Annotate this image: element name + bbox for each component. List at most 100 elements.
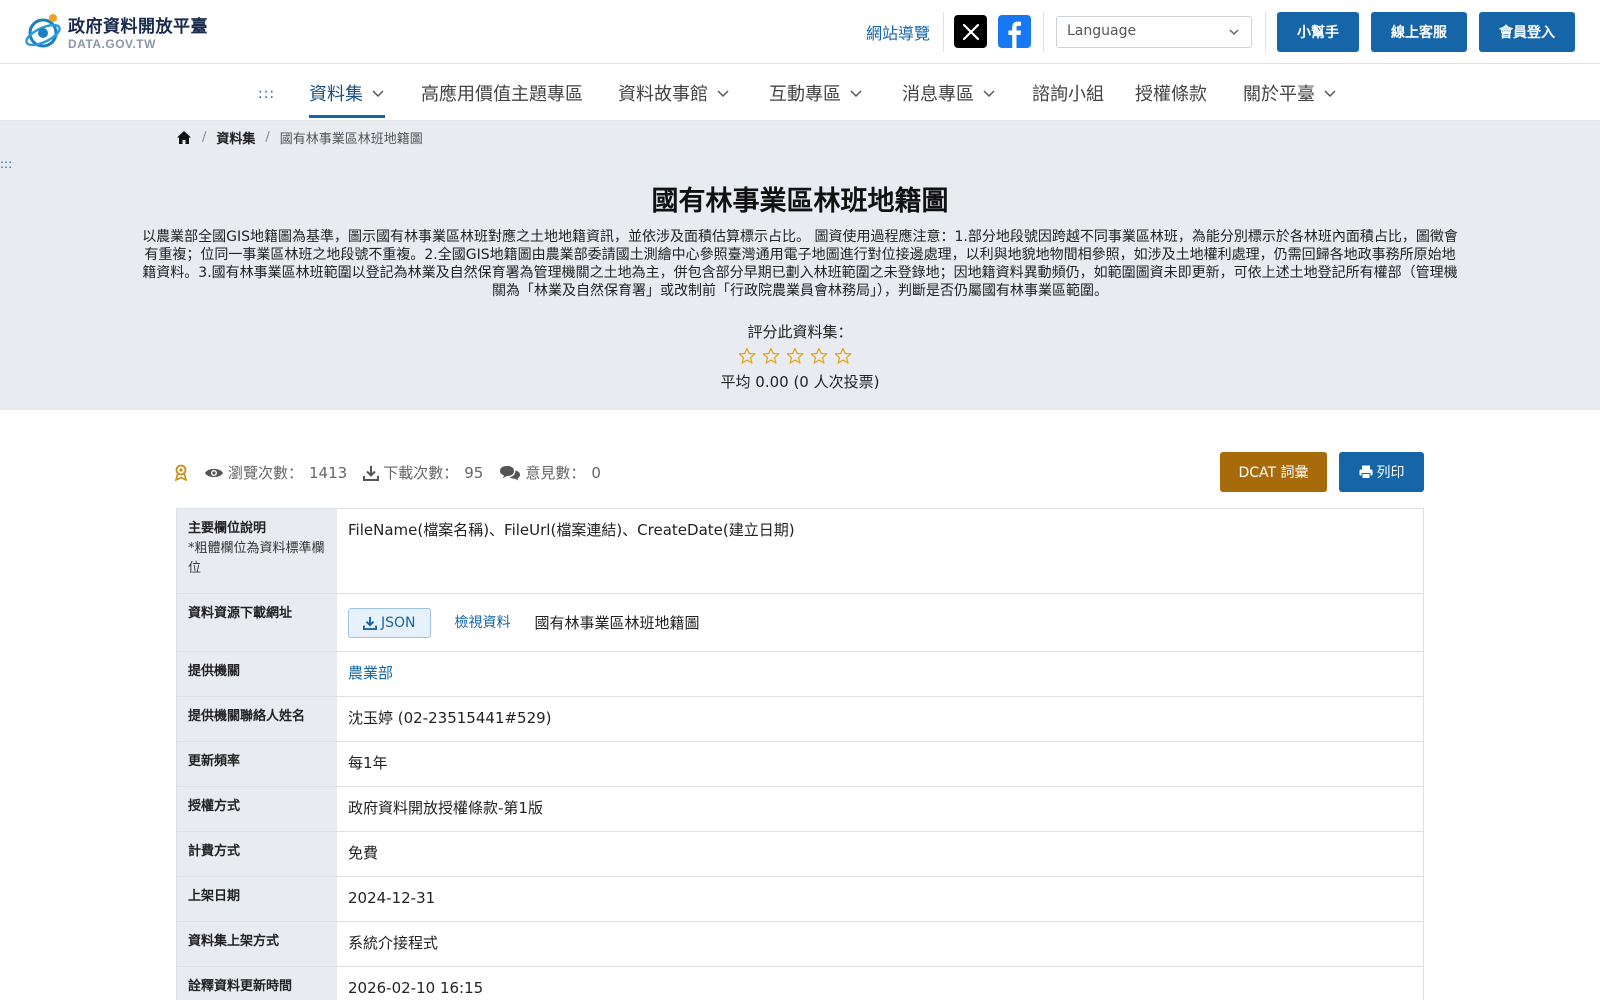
views-count: 1413 [309, 463, 348, 482]
view-data-link[interactable]: 檢視資料 [455, 612, 511, 634]
comments-icon [500, 465, 521, 480]
nav-item-advisory[interactable]: 諮詢小組 [1032, 78, 1104, 108]
table-row: 計費方式 免費 [177, 832, 1423, 877]
breadcrumb-datasets[interactable]: 資料集 [216, 128, 255, 147]
star-icon[interactable] [762, 347, 780, 365]
breadcrumb: / 資料集 / 國有林事業區林班地籍圖 [176, 128, 423, 147]
frequency-value: 每1年 [348, 754, 388, 772]
chevron-down-icon [983, 90, 995, 98]
nav-item-label: 資料集 [309, 84, 363, 105]
table-row: 提供機關聯絡人姓名 沈玉婷 (02-23515441#529) [177, 697, 1423, 742]
download-url-label: 資料資源下載網址 [177, 594, 337, 651]
award-icon [174, 464, 188, 481]
nav-item-label: 高應用價值主題專區 [421, 84, 583, 105]
table-row: 更新頻率 每1年 [177, 742, 1423, 787]
star-icon[interactable] [834, 347, 852, 365]
helper-button[interactable]: 小幫手 [1277, 12, 1359, 52]
nav-item-label: 消息專區 [902, 84, 974, 105]
facebook-share-button[interactable] [998, 15, 1031, 48]
nav-accesskey[interactable]: ::: [258, 86, 275, 102]
downloads-label: 下載次數： [383, 464, 459, 482]
star-icon[interactable] [738, 347, 756, 365]
comments-count: 0 [591, 463, 601, 482]
downloads-count: 95 [464, 463, 484, 482]
facebook-logo-icon [1008, 21, 1021, 48]
star-icon[interactable] [786, 347, 804, 365]
download-icon [363, 465, 380, 481]
table-row: 主要欄位說明 *粗體欄位為資料標準欄位 FileName(檔案名稱)、FileU… [177, 509, 1423, 594]
nav-item-label: 諮詢小組 [1032, 84, 1104, 105]
metadata-updated-value: 2026-02-10 16:15 [348, 979, 484, 997]
star-icon[interactable] [810, 347, 828, 365]
chevron-down-icon [372, 90, 384, 98]
download-url-cell: JSON 檢視資料 國有林事業區林班地籍圖 [337, 594, 1423, 651]
views-label: 瀏覽次數： [228, 464, 304, 482]
nav-item-high-value[interactable]: 高應用價值主題專區 [421, 78, 583, 108]
publish-date-label: 上架日期 [177, 877, 337, 921]
breadcrumb-separator: / [265, 130, 270, 145]
nav-item-about[interactable]: 關於平臺 [1243, 78, 1337, 108]
license-label: 授權方式 [177, 787, 337, 831]
provider-link[interactable]: 農業部 [348, 664, 393, 682]
nav-item-label: 資料故事館 [618, 84, 708, 105]
dataset-info-table: 主要欄位說明 *粗體欄位為資料標準欄位 FileName(檔案名稱)、FileU… [176, 508, 1424, 1000]
metadata-updated-label: 詮釋資料更新時間 [177, 967, 337, 1000]
logo-title: 政府資料開放平臺 [68, 16, 208, 37]
chevron-down-icon [717, 90, 729, 98]
license-value: 政府資料開放授權條款-第1版 [348, 799, 543, 817]
main-fields-value: FileName(檔案名稱)、FileUrl(檔案連結)、CreateDate(… [348, 521, 795, 539]
nav-item-label: 授權條款 [1135, 84, 1207, 105]
site-header: 政府資料開放平臺 DATA.GOV.TW 網站導覽 Language 小幫手 線… [0, 0, 1600, 64]
table-row: 上架日期 2024-12-31 [177, 877, 1423, 922]
table-row: 授權方式 政府資料開放授權條款-第1版 [177, 787, 1423, 832]
language-select[interactable]: Language [1056, 16, 1252, 48]
logo-subtitle: DATA.GOV.TW [68, 36, 156, 51]
nav-item-label: 互動專區 [769, 84, 841, 105]
print-button-label: 列印 [1376, 465, 1405, 481]
nav-item-datasets[interactable]: 資料集 [309, 78, 385, 118]
print-button[interactable]: 列印 [1339, 452, 1424, 492]
resource-name: 國有林事業區林班地籍圖 [534, 613, 700, 632]
logo-icon [25, 14, 61, 48]
fee-value: 免費 [348, 844, 379, 862]
nav-item-interactive[interactable]: 互動專區 [769, 78, 863, 108]
language-select-value: Language [1067, 23, 1137, 39]
breadcrumb-current: 國有林事業區林班地籍圖 [279, 132, 423, 147]
header-divider [943, 12, 944, 52]
table-row: 資料集上架方式 系統介接程式 [177, 922, 1423, 967]
nav-item-label: 關於平臺 [1243, 84, 1315, 105]
x-share-button[interactable] [954, 15, 987, 48]
nav-item-news[interactable]: 消息專區 [902, 78, 996, 108]
json-download-label: JSON [381, 614, 416, 631]
frequency-label: 更新頻率 [177, 742, 337, 786]
contact-value: 沈玉婷 (02-23515441#529) [348, 709, 552, 727]
member-login-button[interactable]: 會員登入 [1479, 12, 1575, 52]
table-row: 提供機關 農業部 [177, 652, 1423, 697]
contact-label: 提供機關聯絡人姓名 [177, 697, 337, 741]
star-rating [738, 347, 852, 365]
rating-average: 平均 0.00 (0 人次投票) [720, 373, 880, 391]
publish-method-value: 系統介接程式 [348, 934, 439, 952]
rating-label: 評分此資料集： [747, 323, 853, 341]
publish-date-value: 2024-12-31 [348, 889, 436, 907]
breadcrumb-separator: / [202, 130, 207, 145]
table-header-cell: 主要欄位說明 *粗體欄位為資料標準欄位 [177, 509, 337, 593]
content-accesskey[interactable]: ::: [0, 157, 12, 171]
x-logo-icon [962, 23, 979, 40]
home-icon[interactable] [176, 130, 192, 145]
nav-item-license[interactable]: 授權條款 [1135, 78, 1207, 108]
download-icon [363, 616, 377, 630]
online-service-button[interactable]: 線上客服 [1371, 12, 1467, 52]
dcat-vocabulary-button[interactable]: DCAT 詞彙 [1220, 452, 1327, 492]
site-logo[interactable]: 政府資料開放平臺 DATA.GOV.TW [22, 10, 208, 52]
sitemap-link[interactable]: 網站導覽 [866, 20, 930, 44]
provider-label: 提供機關 [177, 652, 337, 696]
json-download-button[interactable]: JSON [348, 607, 431, 638]
header-divider [1265, 12, 1266, 52]
page-title: 國有林事業區林班地籍圖 [651, 186, 949, 217]
nav-item-stories[interactable]: 資料故事館 [618, 78, 730, 108]
publish-method-label: 資料集上架方式 [177, 922, 337, 966]
chevron-down-icon [850, 90, 862, 98]
main-fields-note: *粗體欄位為資料標準欄位 [188, 541, 325, 576]
fee-label: 計費方式 [177, 832, 337, 876]
